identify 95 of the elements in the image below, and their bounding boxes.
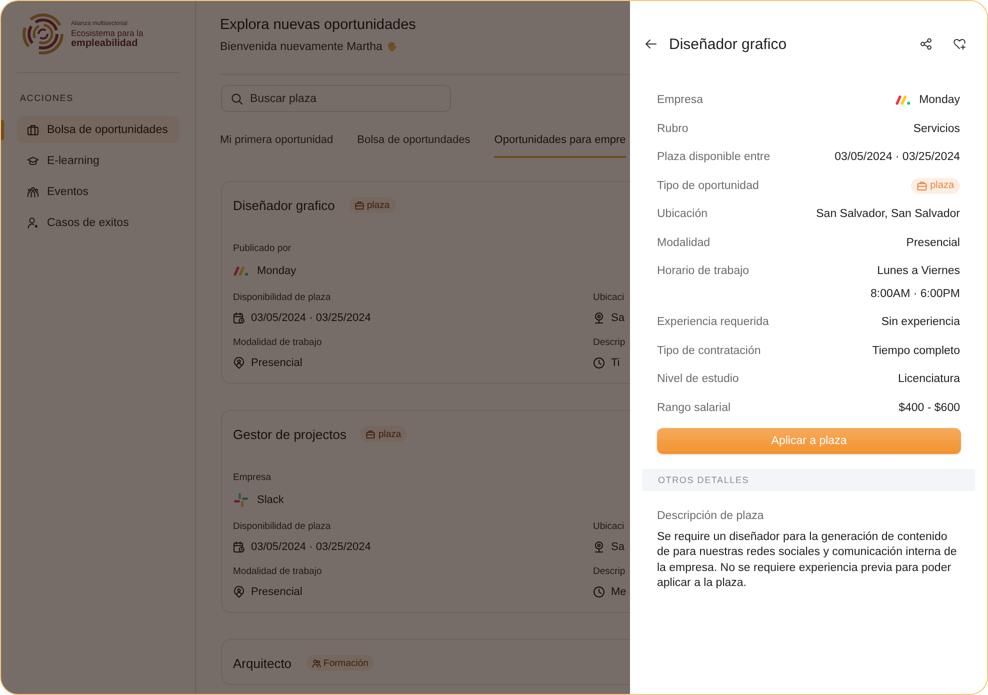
detail-value: Tiempo completo (872, 344, 960, 358)
logo-title: Ecosistema para la (71, 28, 144, 38)
badge-text: plaza (366, 200, 390, 210)
nav-item[interactable]: Bolsa de oportunidades (17, 116, 179, 143)
field-label: Disponibilidad de plaza (233, 521, 331, 533)
panel-title: Diseñador grafico (669, 36, 787, 52)
share-icon (920, 38, 932, 50)
detail-label: Ubicación (657, 207, 708, 222)
card-title: Gestor de projectos (233, 426, 346, 442)
location-pin-icon (593, 541, 605, 553)
graduation-cap-icon (27, 154, 39, 166)
logo-icon (22, 12, 64, 56)
person-pin-icon (233, 357, 245, 369)
detail-label: Plaza disponible entre (657, 150, 770, 165)
section-header: OTROS DETALLES (642, 469, 975, 491)
detail-value: Licenciatura (898, 372, 960, 387)
page-title: Explora nuevas oportunidades (220, 16, 416, 34)
back-button[interactable] (645, 39, 657, 49)
company-name: Monday (257, 265, 296, 277)
nav-item[interactable]: E-learning (17, 147, 179, 174)
briefcase-icon (366, 430, 376, 438)
detail-value: 8:00AM · 6:00PM (870, 286, 960, 302)
field-value: Presencial (251, 586, 302, 598)
clock-icon (593, 357, 605, 369)
location-pin-icon (593, 312, 605, 324)
field-label: Modalidad de trabajo (233, 337, 322, 349)
field-value: Sa (611, 312, 624, 324)
briefcase-icon (27, 124, 39, 136)
search-field[interactable]: Buscar plaza (221, 85, 451, 112)
calendar-icon (233, 541, 245, 553)
badge-text: Formación (324, 658, 368, 668)
share-button[interactable] (920, 38, 932, 50)
waving-hand-icon (386, 41, 398, 53)
field-label: Publicado por (233, 243, 292, 255)
field-label: Disponibilidad de plaza (233, 292, 331, 304)
detail-label: Nivel de estudio (657, 372, 739, 387)
detail-label: Rango salarial (657, 400, 731, 416)
heart-plus-icon (953, 38, 966, 50)
company-logo-icon (233, 492, 249, 508)
field-label: Modalidad de trabajo (233, 566, 322, 578)
nav-item[interactable]: Eventos (17, 178, 179, 205)
person-pin-icon (233, 586, 245, 598)
detail-value: Monday (919, 93, 960, 108)
field-value: Me (611, 586, 626, 598)
field-value: 03/05/2024 · 03/25/2024 (251, 541, 371, 553)
detail-label: Experiencia requerida (657, 315, 769, 330)
card-title: Diseñador grafico (233, 198, 335, 212)
badge-text: plaza (930, 179, 954, 193)
field-value: Ti (611, 357, 620, 369)
section-label: ACCIONES (20, 92, 74, 104)
detail-value: Sin experiencia (881, 315, 960, 330)
people-icon (312, 658, 321, 668)
back-arrow-icon (645, 39, 657, 49)
briefcase-icon (917, 181, 928, 191)
logo-title: empleabilidad (71, 38, 138, 48)
detail-value: Presencial (906, 236, 960, 250)
nav-item[interactable]: Casos de exitos (17, 209, 179, 236)
detail-value: Servicios (913, 122, 960, 136)
field-label: Descrip (593, 566, 626, 578)
detail-label: Tipo de contratación (657, 344, 761, 358)
badge-text: plaza (378, 428, 402, 440)
field-label: Descrip (593, 337, 626, 349)
people-icon (27, 186, 39, 198)
detail-label: Rubro (657, 122, 688, 136)
detail-value: San Salvador, San Salvador (816, 207, 960, 222)
favorite-button[interactable] (953, 38, 966, 50)
field-value: Presencial (251, 357, 302, 369)
greeting-text: Bienvenida nuevamente Martha (220, 40, 382, 54)
briefcase-icon (354, 200, 364, 210)
detail-label: Horario de trabajo (657, 264, 750, 279)
calendar-icon (233, 312, 245, 324)
detail-label: Empresa (657, 93, 704, 108)
field-label: Empresa (233, 472, 272, 484)
field-value: Sa (611, 541, 624, 553)
company-name: Slack (257, 494, 284, 506)
tab[interactable]: Oportunidades para empre (494, 129, 626, 158)
search-icon (231, 92, 243, 104)
detail-value: 03/05/2024 · 03/25/2024 (834, 150, 960, 165)
company-logo-icon (233, 266, 249, 276)
detail-value: Lunes a Viernes (877, 264, 960, 279)
detail-label: Tipo de oportunidad (657, 178, 759, 194)
tab[interactable]: Bolsa de oportundades (357, 129, 470, 158)
clock-icon (593, 586, 605, 598)
tab[interactable]: Mi primera oportunidad (220, 129, 334, 158)
field-label: Ubicaci (593, 521, 624, 533)
detail-value: $400 - $600 (898, 400, 960, 416)
field-label: Ubicaci (593, 292, 624, 304)
field-value: 03/05/2024 · 03/25/2024 (251, 312, 371, 324)
detail-label: Modalidad (657, 236, 710, 250)
apply-button[interactable]: Aplicar a plaza (657, 428, 961, 454)
description-label: Descripción de plaza (657, 509, 764, 523)
card-title: Arquitecto (233, 656, 292, 670)
description-text: Se require un diseñador para la generación de contenido de para nuestras redes sociales y comunicación interna de la empresa. No se requiere experiencia previa para poder aplicar a la plaza. (657, 530, 958, 591)
user-star-icon (27, 216, 39, 228)
company-logo-icon (895, 95, 912, 106)
